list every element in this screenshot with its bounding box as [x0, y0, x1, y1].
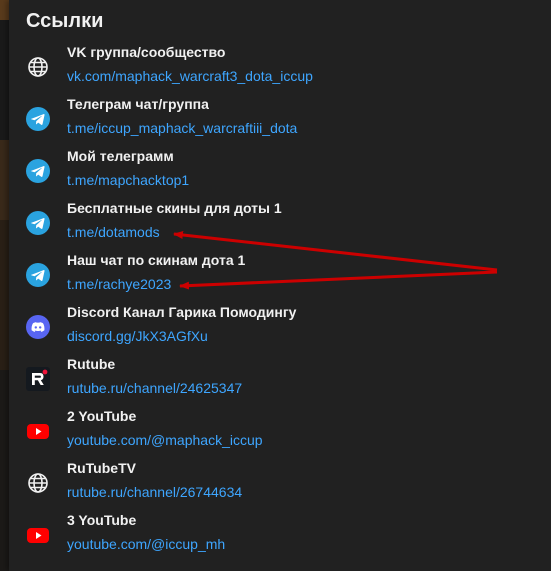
link-url[interactable]: t.me/mapchacktop1	[67, 172, 189, 188]
link-name: Наш чат по скинам дота 1	[67, 252, 246, 268]
link-name: Телеграм чат/группа	[67, 96, 209, 112]
discord-icon	[26, 315, 50, 339]
link-item[interactable]: Discord Канал Гарика Помодингу discord.gg…	[9, 302, 551, 354]
link-item[interactable]: VK группа/сообщество vk.com/maphack_warcr…	[9, 42, 551, 94]
telegram-icon	[26, 107, 50, 131]
panel-title: Ссылки	[26, 10, 104, 32]
link-name: 3 YouTube	[67, 512, 137, 528]
link-name: Мой телеграмм	[67, 148, 174, 164]
links-panel: Ссылки VK группа/сообщество vk.com/maphac…	[9, 0, 551, 571]
link-item[interactable]: 2 YouTube youtube.com/@maphack_iccup	[9, 406, 551, 458]
link-name: Discord Канал Гарика Помодингу	[67, 304, 297, 320]
link-name: Бесплатные скины для доты 1	[67, 200, 282, 216]
link-item[interactable]: 3 YouTube youtube.com/@iccup_mh	[9, 510, 551, 562]
link-name: 2 YouTube	[67, 408, 137, 424]
link-url[interactable]: rutube.ru/channel/24625347	[67, 380, 242, 396]
link-url[interactable]: vk.com/maphack_warcraft3_dota_iccup	[67, 68, 313, 84]
globe-icon	[26, 55, 50, 79]
link-url[interactable]: youtube.com/@iccup_mh	[67, 536, 225, 552]
link-url[interactable]: youtube.com/@maphack_iccup	[67, 432, 263, 448]
link-url[interactable]: rutube.ru/channel/26744634	[67, 484, 242, 500]
link-url[interactable]: discord.gg/JkX3AGfXu	[67, 328, 208, 344]
link-url[interactable]: t.me/iccup_maphack_warcraftiii_dota	[67, 120, 297, 136]
link-item[interactable]: Наш чат по скинам дота 1 t.me/rachye2023	[9, 250, 551, 302]
link-name: VK группа/сообщество	[67, 44, 226, 60]
link-item[interactable]: Телеграм чат/группа t.me/iccup_maphack_wa…	[9, 94, 551, 146]
rutube-icon	[26, 367, 50, 391]
globe-icon	[26, 471, 50, 495]
link-name: RuTubeTV	[67, 460, 136, 476]
link-item[interactable]: Rutube rutube.ru/channel/24625347	[9, 354, 551, 406]
link-name: Rutube	[67, 356, 116, 372]
link-item[interactable]: RuTubeTV rutube.ru/channel/26744634	[9, 458, 551, 510]
telegram-icon	[26, 211, 50, 235]
youtube-icon	[26, 419, 50, 443]
link-url[interactable]: t.me/dotamods	[67, 224, 160, 240]
link-url[interactable]: t.me/rachye2023	[67, 276, 171, 292]
link-item[interactable]: Бесплатные скины для доты 1 t.me/dotamods	[9, 198, 551, 250]
telegram-icon	[26, 263, 50, 287]
link-item[interactable]: Мой телеграмм t.me/mapchacktop1	[9, 146, 551, 198]
youtube-icon	[26, 523, 50, 547]
telegram-icon	[26, 159, 50, 183]
